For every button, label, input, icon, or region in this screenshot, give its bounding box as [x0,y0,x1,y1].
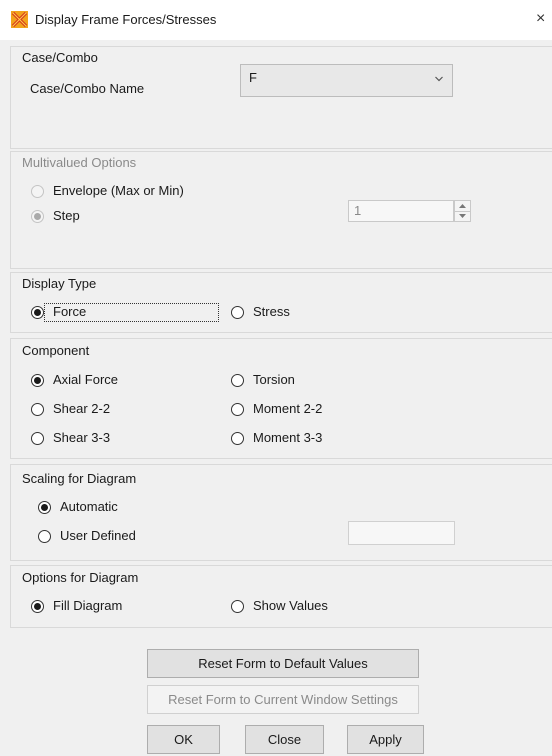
show-values-radio[interactable] [231,600,244,613]
torsion-label: Torsion [253,372,295,387]
shear-3-3-label: Shear 3-3 [53,430,111,445]
multivalued-title: Multivalued Options [22,155,137,170]
case-combo-name-label: Case/Combo Name [30,81,145,96]
axial-force-radio[interactable] [31,374,44,387]
moment-3-3-label: Moment 3-3 [253,430,323,445]
case-combo-title: Case/Combo [22,50,98,65]
stress-label: Stress [253,304,290,319]
step-input[interactable]: 1 [348,200,454,222]
case-combo-selected-value: F [249,70,257,85]
user-defined-label: User Defined [60,528,136,543]
step-value: 1 [354,203,362,218]
user-defined-radio[interactable] [38,530,51,543]
options-title: Options for Diagram [22,570,139,585]
reset-current-button[interactable]: Reset Form to Current Window Settings [147,685,419,714]
envelope-label: Envelope (Max or Min) [53,183,184,198]
force-radio[interactable] [31,306,44,319]
step-radio[interactable] [31,210,44,223]
shear-3-3-radio[interactable] [31,432,44,445]
display-type-title: Display Type [22,276,97,291]
case-combo-select[interactable]: F [240,64,453,97]
moment-2-2-radio[interactable] [231,403,244,416]
axial-force-label: Axial Force [53,372,119,387]
automatic-radio[interactable] [38,501,51,514]
app-icon [11,11,28,28]
moment-2-2-label: Moment 2-2 [253,401,323,416]
spin-down-icon[interactable] [455,211,470,221]
chevron-down-icon [435,76,443,82]
fill-diagram-radio[interactable] [31,600,44,613]
close-icon[interactable]: × [536,10,545,28]
close-button[interactable]: Close [245,725,324,754]
ok-button[interactable]: OK [147,725,220,754]
show-values-label: Show Values [253,598,328,613]
window-title: Display Frame Forces/Stresses [35,12,217,27]
fill-diagram-label: Fill Diagram [53,598,123,613]
user-defined-scale-input[interactable] [348,521,455,545]
moment-3-3-radio[interactable] [231,432,244,445]
force-label: Force [53,304,87,319]
torsion-radio[interactable] [231,374,244,387]
step-label: Step [53,208,80,223]
component-title: Component [22,343,90,358]
shear-2-2-radio[interactable] [31,403,44,416]
stress-radio[interactable] [231,306,244,319]
envelope-radio[interactable] [31,185,44,198]
apply-button[interactable]: Apply [347,725,424,754]
reset-default-button[interactable]: Reset Form to Default Values [147,649,419,678]
title-bar: Display Frame Forces/Stresses × [0,0,552,40]
scaling-title: Scaling for Diagram [22,471,137,486]
step-spinner[interactable] [454,200,471,222]
shear-2-2-label: Shear 2-2 [53,401,111,416]
automatic-label: Automatic [60,499,118,514]
